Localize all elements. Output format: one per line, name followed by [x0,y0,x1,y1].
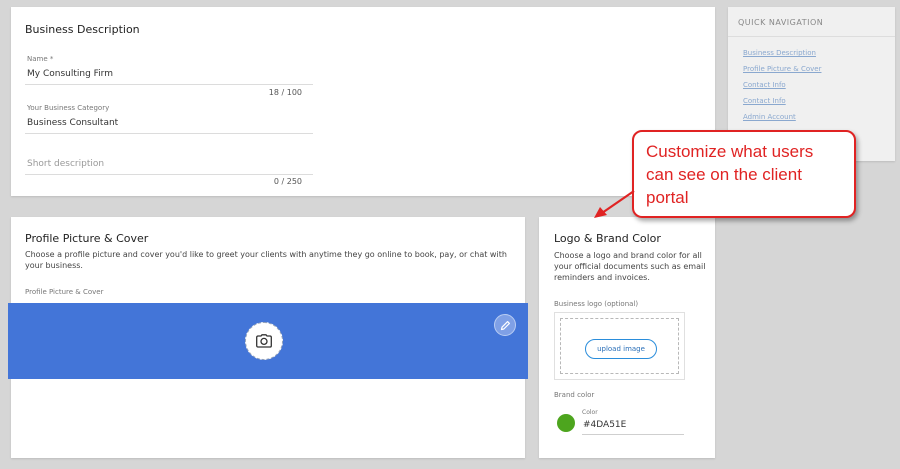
quick-nav-contact-info[interactable]: Contact Info [743,81,786,89]
name-counter: 18 / 100 [268,88,302,97]
logo-brand-color-title: Logo & Brand Color [554,232,661,245]
annotation-callout: Customize what users can see on the clie… [632,130,856,218]
profile-picture-title: Profile Picture & Cover [25,232,149,245]
logo-upload-area[interactable]: upload image [554,312,685,380]
edit-cover-button[interactable] [494,314,516,336]
quick-navigation-title: QUICK NAVIGATION [738,18,824,27]
quick-navigation-divider [728,36,895,37]
quick-nav-profile-picture[interactable]: Profile Picture & Cover [743,65,821,73]
profile-picture-field-label: Profile Picture & Cover [25,288,104,296]
business-description-card: Business Description Name * My Consultin… [11,7,715,196]
category-input-underline [25,133,313,134]
quick-nav-admin-account[interactable]: Admin Account [743,113,796,121]
brand-color-swatch[interactable] [557,414,575,432]
color-field-label: Color [582,409,598,416]
profile-picture-card: Profile Picture & Cover Choose a profile… [8,217,528,458]
brand-color-label: Brand color [554,391,595,399]
upload-image-button[interactable]: upload image [585,339,657,359]
cover-image-area[interactable] [8,303,528,379]
business-logo-label: Business logo (optional) [554,300,639,308]
pencil-icon [500,320,510,330]
category-label: Your Business Category [27,104,110,112]
business-description-title: Business Description [25,23,140,36]
short-description-underline [25,174,313,175]
profile-picture-upload-button[interactable] [245,322,283,360]
short-description-counter: 0 / 250 [273,177,302,186]
color-hex-input[interactable]: #4DA51E [583,420,626,430]
category-input[interactable]: Business Consultant [27,118,118,128]
callout-arrow-icon [594,190,635,218]
name-input-underline [25,84,313,85]
name-input[interactable]: My Consulting Firm [27,69,113,79]
camera-icon [256,334,272,348]
logo-dropzone[interactable]: upload image [560,318,679,374]
profile-picture-description: Choose a profile picture and cover you'd… [25,250,507,270]
quick-nav-business-description[interactable]: Business Description [743,49,816,57]
quick-nav-contact-info-2[interactable]: Contact Info [743,97,786,105]
name-label: Name * [27,55,54,63]
logo-brand-color-card: Logo & Brand Color Choose a logo and bra… [539,217,715,458]
callout-text: Customize what users can see on the clie… [646,142,814,207]
color-input-underline [582,434,684,435]
short-description-input[interactable]: Short description [27,159,104,169]
logo-brand-color-description: Choose a logo and brand color for all yo… [554,251,706,282]
